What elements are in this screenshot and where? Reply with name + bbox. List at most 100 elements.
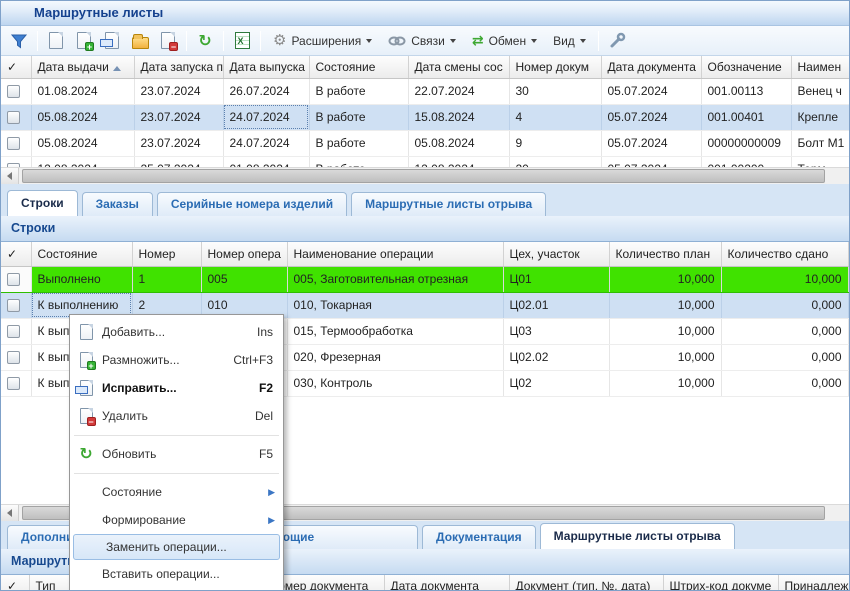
row-checkbox[interactable] bbox=[7, 273, 20, 286]
tab-detach-sheets-bottom[interactable]: Маршрутные листы отрыва bbox=[540, 523, 735, 549]
cell[interactable]: 030, Контроль bbox=[287, 370, 503, 396]
column-header-qty-plan[interactable]: Количество план bbox=[609, 242, 721, 266]
column-header-qty-done[interactable]: Количество сдано bbox=[721, 242, 848, 266]
column-header-state[interactable]: Состояние bbox=[31, 242, 132, 266]
cell[interactable]: В работе bbox=[309, 104, 408, 130]
tab-detach-sheets[interactable]: Маршрутные листы отрыва bbox=[351, 192, 546, 216]
refresh-button[interactable]: ↻ bbox=[192, 29, 218, 53]
scroll-left-button[interactable] bbox=[1, 505, 19, 521]
export-excel-button[interactable] bbox=[229, 29, 255, 53]
cell[interactable]: 10,000 bbox=[609, 266, 721, 292]
cell[interactable]: 26.07.2024 bbox=[223, 78, 309, 104]
column-header-op-number[interactable]: Номер опера bbox=[201, 242, 287, 266]
menu-item-state[interactable]: Состояние ▶ bbox=[70, 478, 283, 506]
row-checkbox[interactable] bbox=[7, 299, 20, 312]
column-header-belonging[interactable]: Принадлеж bbox=[778, 575, 849, 591]
select-all-header[interactable]: ✓ bbox=[1, 56, 31, 78]
table-row[interactable]: 05.08.202423.07.202424.07.2024В работе05… bbox=[1, 130, 849, 156]
menu-item-add[interactable]: Добавить... Ins bbox=[70, 318, 283, 346]
cell[interactable]: 05.08.2024 bbox=[31, 104, 134, 130]
table-row-selected[interactable]: 05.08.202423.07.202424.07.2024В работе15… bbox=[1, 104, 849, 130]
cell[interactable]: 005 bbox=[201, 266, 287, 292]
menu-item-forming[interactable]: Формирование ▶ bbox=[70, 506, 283, 534]
column-header-state-change-date[interactable]: Дата смены сос bbox=[408, 56, 509, 78]
cell[interactable]: 001.00401 bbox=[701, 104, 791, 130]
add-button[interactable] bbox=[43, 29, 69, 53]
tab-stroki[interactable]: Строки bbox=[7, 190, 78, 216]
column-header-release-date[interactable]: Дата выпуска bbox=[223, 56, 309, 78]
cell[interactable]: 1 bbox=[132, 266, 201, 292]
column-header-number[interactable]: Номер bbox=[132, 242, 201, 266]
tab-documentation[interactable]: Документация bbox=[422, 525, 536, 549]
column-header-designation[interactable]: Обозначение bbox=[701, 56, 791, 78]
cell[interactable]: Выполнено bbox=[31, 266, 132, 292]
cell[interactable]: 0,000 bbox=[721, 370, 848, 396]
row-checkbox[interactable] bbox=[7, 351, 20, 364]
cell[interactable]: 9 bbox=[509, 130, 601, 156]
cell[interactable]: 005, Заготовительная отрезная bbox=[287, 266, 503, 292]
open-button[interactable] bbox=[127, 29, 153, 53]
cell[interactable]: 10,000 bbox=[609, 292, 721, 318]
column-header-name[interactable]: Наимен bbox=[791, 56, 849, 78]
row-checkbox[interactable] bbox=[7, 137, 20, 150]
column-header-doc-date[interactable]: Дата документа bbox=[601, 56, 701, 78]
tab-serial-numbers[interactable]: Серийные номера изделий bbox=[157, 192, 347, 216]
column-header-workshop[interactable]: Цех, участок bbox=[503, 242, 609, 266]
select-all-header[interactable]: ✓ bbox=[1, 575, 29, 591]
cell[interactable]: 10,000 bbox=[721, 266, 848, 292]
column-header-state[interactable]: Состояние bbox=[309, 56, 408, 78]
cell[interactable]: В работе bbox=[309, 78, 408, 104]
filter-button[interactable] bbox=[6, 29, 32, 53]
duplicate-button[interactable]: + bbox=[71, 29, 97, 53]
cell[interactable]: 10,000 bbox=[609, 370, 721, 396]
cell[interactable]: В работе bbox=[309, 130, 408, 156]
column-header-barcode[interactable]: Штрих-код докуме bbox=[663, 575, 778, 591]
cell[interactable]: Болт М1 bbox=[791, 130, 849, 156]
extensions-menu-button[interactable]: ⚙ Расширения bbox=[266, 29, 379, 53]
cell[interactable]: Крепле bbox=[791, 104, 849, 130]
column-header-doc-date[interactable]: Дата документа bbox=[384, 575, 509, 591]
row-checkbox[interactable] bbox=[7, 85, 20, 98]
cell[interactable]: 23.07.2024 bbox=[134, 130, 223, 156]
row-checkbox[interactable] bbox=[7, 377, 20, 390]
cell[interactable]: 0,000 bbox=[721, 292, 848, 318]
menu-item-delete[interactable]: − Удалить Del bbox=[70, 402, 283, 430]
menu-item-edit[interactable]: Исправить... F2 bbox=[70, 374, 283, 402]
cell[interactable]: Ц02 bbox=[503, 370, 609, 396]
cell[interactable]: 05.08.2024 bbox=[408, 130, 509, 156]
cell[interactable]: 05.07.2024 bbox=[601, 104, 701, 130]
column-header-doc-number[interactable]: Номер докум bbox=[509, 56, 601, 78]
table-row-done[interactable]: Выполнено1005005, Заготовительная отрезн… bbox=[1, 266, 849, 292]
cell[interactable]: 24.07.2024 bbox=[223, 130, 309, 156]
exchange-menu-button[interactable]: ⇄ Обмен bbox=[465, 29, 544, 53]
edit-button[interactable] bbox=[99, 29, 125, 53]
menu-item-refresh[interactable]: ↻ Обновить F5 bbox=[70, 440, 283, 468]
menu-item-insert-operations[interactable]: Вставить операции... bbox=[70, 560, 283, 588]
tab-zakazy[interactable]: Заказы bbox=[82, 192, 153, 216]
table-row[interactable]: 01.08.202423.07.202426.07.2024В работе22… bbox=[1, 78, 849, 104]
cell[interactable]: 23.07.2024 bbox=[134, 104, 223, 130]
scrollbar-thumb[interactable] bbox=[22, 169, 825, 183]
column-header-doc-full[interactable]: Документ (тип, №, дата) bbox=[509, 575, 663, 591]
cell[interactable]: Ц03 bbox=[503, 318, 609, 344]
row-checkbox[interactable] bbox=[7, 325, 20, 338]
cell[interactable]: 15.08.2024 bbox=[408, 104, 509, 130]
cell[interactable]: 00000000009 bbox=[701, 130, 791, 156]
cell[interactable]: 0,000 bbox=[721, 318, 848, 344]
scroll-left-button[interactable] bbox=[1, 168, 19, 184]
cell[interactable]: 05.08.2024 bbox=[31, 130, 134, 156]
cell[interactable]: Ц02.02 bbox=[503, 344, 609, 370]
select-all-header[interactable]: ✓ bbox=[1, 242, 31, 266]
cell[interactable]: 4 bbox=[509, 104, 601, 130]
menu-item-replace-operations[interactable]: Заменить операции... bbox=[73, 534, 280, 560]
cell[interactable]: 01.08.2024 bbox=[31, 78, 134, 104]
cell[interactable]: 23.07.2024 bbox=[134, 78, 223, 104]
cell[interactable]: 05.07.2024 bbox=[601, 78, 701, 104]
cell[interactable]: 22.07.2024 bbox=[408, 78, 509, 104]
cell[interactable]: 001.00113 bbox=[701, 78, 791, 104]
cell[interactable]: Венец ч bbox=[791, 78, 849, 104]
cell[interactable]: 05.07.2024 bbox=[601, 130, 701, 156]
column-header-launch-date[interactable]: Дата запуска п bbox=[134, 56, 223, 78]
menu-item-duplicate[interactable]: + Размножить... Ctrl+F3 bbox=[70, 346, 283, 374]
cell[interactable]: 0,000 bbox=[721, 344, 848, 370]
